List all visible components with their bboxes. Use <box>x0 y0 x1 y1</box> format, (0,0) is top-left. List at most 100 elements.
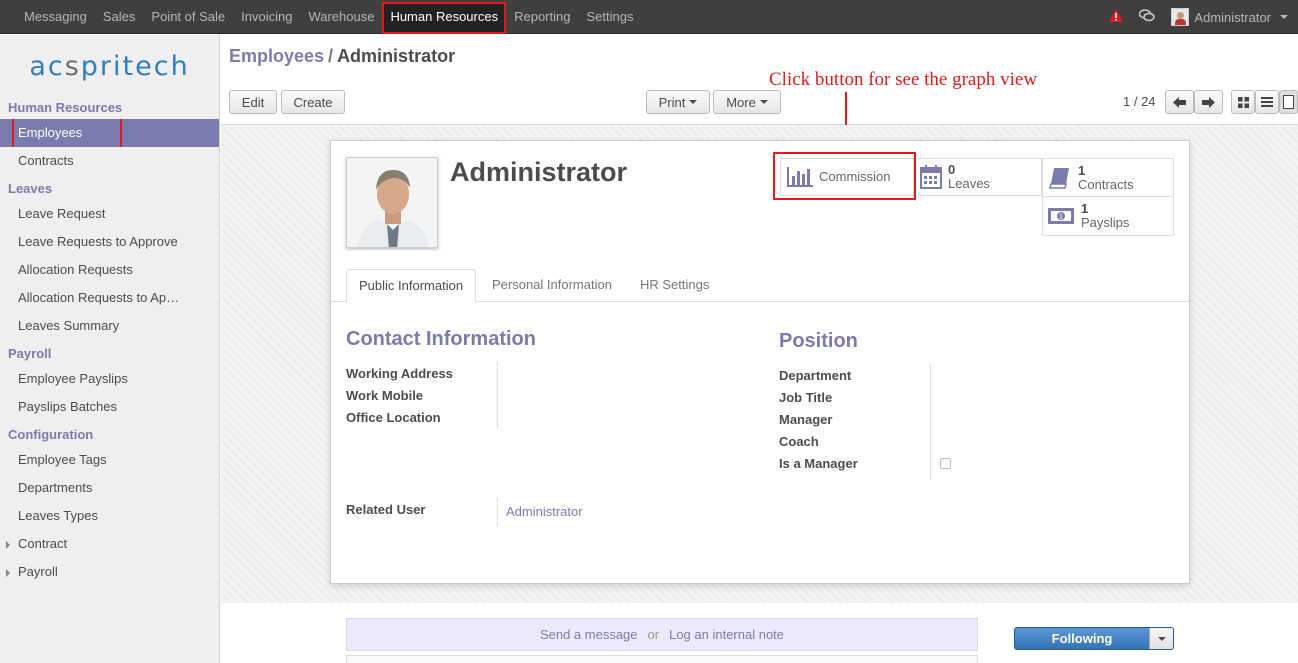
commission-highlight-box <box>773 152 916 200</box>
pager-next-button[interactable] <box>1194 90 1223 114</box>
sidebar-item-leave-request[interactable]: Leave Request <box>0 200 219 228</box>
print-button[interactable]: Print <box>646 90 710 114</box>
menu-human-resources[interactable]: Human Resources <box>382 2 507 34</box>
sidebar-item-departments[interactable]: Departments <box>0 474 219 502</box>
menu-invoicing[interactable]: Invoicing <box>233 0 300 34</box>
sidebar-item-leaves-types[interactable]: Leaves Types <box>0 502 219 530</box>
highlight-box <box>12 119 122 147</box>
following-button[interactable]: Following <box>1014 627 1174 650</box>
leaves-count: 0 <box>948 162 956 177</box>
menu-settings[interactable]: Settings <box>578 0 641 34</box>
chevron-down-icon <box>1280 15 1288 19</box>
position-title: Position <box>779 330 858 352</box>
company-logo: acspritech <box>0 35 219 97</box>
warning-icon[interactable] <box>1109 9 1124 25</box>
arrow-right-icon <box>1202 96 1215 108</box>
coach-label: Coach <box>779 434 819 449</box>
tab-public-information[interactable]: Public Information <box>346 269 477 302</box>
employee-name: Administrator <box>450 157 628 187</box>
employee-form-sheet: Administrator Commission 0 Leaves 1 Contra… <box>330 140 1190 584</box>
sidebar-item-contract[interactable]: Contract <box>0 530 219 558</box>
related-user-link[interactable]: Administrator <box>506 504 583 519</box>
log-note-link[interactable]: Log an internal note <box>669 627 784 642</box>
sidebar-section-human-resources: Human Resources <box>8 100 123 115</box>
arrow-left-icon <box>1173 96 1186 108</box>
annotation-text: Click button for see the graph view <box>769 69 1038 90</box>
payslips-label: Payslips <box>1081 215 1130 230</box>
breadcrumb-current: Administrator <box>337 46 456 66</box>
sidebar-section-configuration: Configuration <box>8 427 94 442</box>
list-icon <box>1261 97 1273 107</box>
chevron-down-icon <box>1157 636 1166 641</box>
create-button[interactable]: Create <box>281 90 345 114</box>
sidebar-item-leave-requests-to-approve[interactable]: Leave Requests to Approve <box>0 228 219 256</box>
menu-sales[interactable]: Sales <box>95 0 144 34</box>
svg-text:1: 1 <box>1059 213 1063 221</box>
more-button[interactable]: More <box>713 90 781 114</box>
field-divider <box>930 364 931 479</box>
logo-part: s <box>64 50 81 82</box>
sidebar-item-employees[interactable]: Employees <box>0 119 219 147</box>
chevron-down-icon <box>759 100 768 104</box>
print-label: Print <box>658 94 686 110</box>
field-divider <box>497 362 498 428</box>
user-menu[interactable]: Administrator <box>1171 8 1288 26</box>
pager-previous-button[interactable] <box>1165 90 1194 114</box>
leaves-button[interactable]: 0 Leaves <box>918 158 1042 196</box>
sidebar-item-employee-tags[interactable]: Employee Tags <box>0 446 219 474</box>
chat-icon[interactable] <box>1139 9 1156 25</box>
work-mobile-label: Work Mobile <box>346 388 424 403</box>
avatar <box>1171 8 1190 26</box>
contact-information-title: Contact Information <box>346 328 536 350</box>
sidebar-item-contracts[interactable]: Contracts <box>0 147 219 175</box>
working-address-label: Working Address <box>346 366 453 381</box>
breadcrumb-separator: / <box>328 46 334 66</box>
send-message-link[interactable]: Send a message <box>540 627 638 642</box>
message-thread-top <box>346 655 978 663</box>
sidebar-item-label: Payroll <box>18 564 58 579</box>
form-view-button[interactable] <box>1279 90 1298 114</box>
notebook-tabs: Public Information Personal Information … <box>331 269 1189 302</box>
more-label: More <box>726 94 756 110</box>
following-dropdown[interactable] <box>1149 628 1173 649</box>
tab-hr-settings[interactable]: HR Settings <box>628 269 721 302</box>
top-menu: Messaging Sales Point of Sale Invoicing … <box>16 0 641 34</box>
control-panel: Employees / Administrator Edit Create Prin… <box>221 35 1298 154</box>
caret-right-icon <box>6 569 10 577</box>
payslips-button[interactable]: 1 1 Payslips <box>1042 197 1174 236</box>
edit-button[interactable]: Edit <box>229 90 277 114</box>
menu-point-of-sale[interactable]: Point of Sale <box>143 0 233 34</box>
department-label: Department <box>779 368 852 383</box>
menu-reporting[interactable]: Reporting <box>506 0 578 34</box>
field-divider <box>497 498 498 526</box>
office-location-label: Office Location <box>346 410 441 425</box>
pager-value: 1 / 24 <box>1123 94 1156 109</box>
menu-messaging[interactable]: Messaging <box>16 0 95 34</box>
contracts-button[interactable]: 1 Contracts <box>1042 158 1174 197</box>
grid-icon <box>1237 96 1249 108</box>
sidebar-item-employee-payslips[interactable]: Employee Payslips <box>0 365 219 393</box>
sidebar-item-label: Contract <box>18 536 68 551</box>
calendar-icon <box>920 165 942 189</box>
sidebar-item-payroll[interactable]: Payroll <box>0 558 219 586</box>
sidebar-item-leaves-summary[interactable]: Leaves Summary <box>0 312 219 340</box>
sidebar-item-allocation-requests-to-approve[interactable]: Allocation Requests to Ap… <box>0 284 219 312</box>
tab-personal-information[interactable]: Personal Information <box>480 269 624 302</box>
sidebar-section-payroll: Payroll <box>8 346 52 361</box>
sidebar-section-leaves: Leaves <box>8 181 53 196</box>
menu-warehouse[interactable]: Warehouse <box>300 0 382 34</box>
logo-part: ac <box>29 50 65 82</box>
kanban-view-button[interactable] <box>1231 90 1255 114</box>
list-view-button[interactable] <box>1255 90 1279 114</box>
contracts-label: Contracts <box>1078 176 1134 192</box>
sidebar-item-payslips-batches[interactable]: Payslips Batches <box>0 393 219 421</box>
book-icon <box>1049 167 1069 189</box>
leaves-label: Leaves <box>948 176 990 191</box>
form-icon <box>1283 95 1294 109</box>
chatter-composer: Send a message or Log an internal note <box>346 618 978 651</box>
user-name: Administrator <box>1194 9 1271 25</box>
is-a-manager-checkbox[interactable] <box>940 458 951 469</box>
employee-photo[interactable] <box>346 157 438 248</box>
breadcrumb-employees[interactable]: Employees <box>229 46 324 66</box>
sidebar-item-allocation-requests[interactable]: Allocation Requests <box>0 256 219 284</box>
